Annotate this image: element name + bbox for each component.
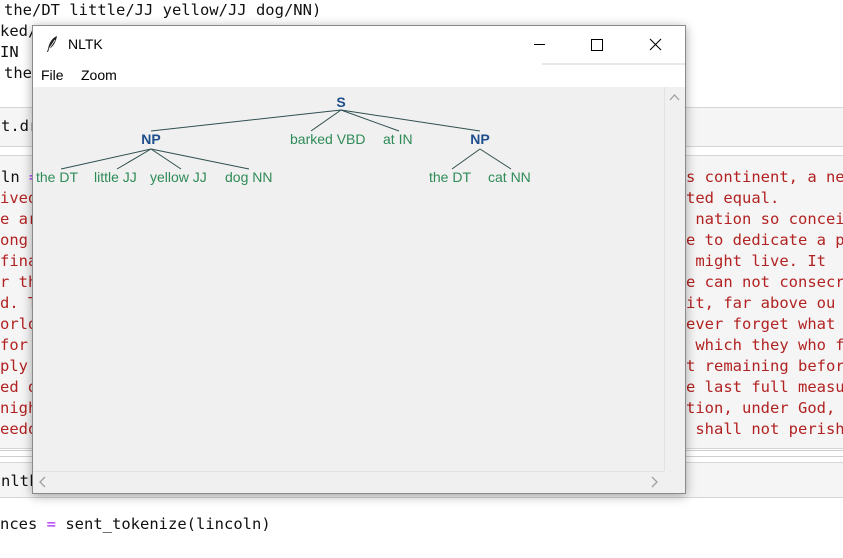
- menu-file[interactable]: File: [41, 67, 64, 83]
- nltk-window: NLTK File Zoom S NP NP barked VBD at IN …: [32, 25, 686, 494]
- code-line: e last full measu: [686, 378, 843, 396]
- code-line: t remaining befor: [686, 357, 843, 375]
- code-line: shall not perish: [686, 420, 843, 438]
- parse-tree: S NP NP barked VBD at IN the DT little J…: [36, 94, 531, 185]
- leaf-cat-nn[interactable]: cat NN: [488, 169, 531, 185]
- minimize-button[interactable]: [510, 26, 568, 63]
- scroll-right-icon[interactable]: [644, 472, 664, 492]
- minimize-icon: [534, 44, 545, 45]
- leaf-at-in[interactable]: at IN: [383, 131, 413, 147]
- leaf-little-jj[interactable]: little JJ: [94, 169, 137, 185]
- menu-bar: [33, 63, 685, 87]
- code-line: for: [0, 336, 28, 354]
- title-bar[interactable]: NLTK: [33, 26, 685, 63]
- feather-icon: [47, 36, 57, 52]
- output-line: the: [4, 64, 32, 82]
- leaf-yellow-jj[interactable]: yellow JJ: [150, 169, 207, 185]
- code-line: e to dedicate a p: [686, 231, 843, 249]
- code-line: it, far above ou: [686, 294, 836, 312]
- code-line: which they who f: [686, 336, 843, 354]
- code-line: e can not consecr: [686, 273, 843, 291]
- leaf-the-dt[interactable]: the DT: [429, 169, 471, 185]
- code-line: nation so concei: [686, 210, 843, 228]
- scroll-left-icon[interactable]: [33, 472, 53, 492]
- menu-zoom[interactable]: Zoom: [81, 67, 117, 83]
- maximize-button[interactable]: [568, 26, 626, 63]
- leaf-dog-nn[interactable]: dog NN: [225, 169, 272, 185]
- output-line: the/DT little/JJ yellow/JJ dog/NN): [4, 1, 322, 19]
- node-s[interactable]: S: [336, 94, 345, 110]
- horizontal-scrollbar[interactable]: [33, 471, 664, 492]
- node-np[interactable]: NP: [141, 131, 160, 147]
- code-line: ted equal.: [686, 189, 780, 207]
- code-line: tion, under God,: [686, 399, 836, 417]
- vertical-scrollbar[interactable]: [664, 87, 684, 471]
- scroll-corner: [664, 471, 683, 491]
- tree-branches: [60, 109, 512, 170]
- maximize-icon: [591, 39, 603, 51]
- code-line: nces = sent_tokenize(lincoln): [0, 515, 271, 533]
- leaf-the-dt[interactable]: the DT: [36, 169, 78, 185]
- scroll-up-icon[interactable]: [665, 87, 684, 107]
- node-np[interactable]: NP: [470, 131, 489, 147]
- menubar-border: [542, 63, 685, 65]
- leaf-barked-vbd[interactable]: barked VBD: [290, 131, 365, 147]
- close-icon: [649, 38, 662, 51]
- code-line: might live. It: [686, 252, 826, 270]
- code-line: s continent, a new: [686, 168, 843, 186]
- close-button[interactable]: [627, 26, 685, 63]
- code-line: ever forget what: [686, 315, 836, 333]
- window-title: NLTK: [68, 36, 103, 52]
- output-line: IN: [0, 43, 19, 61]
- tree-canvas[interactable]: S NP NP barked VBD at IN the DT little J…: [33, 87, 664, 471]
